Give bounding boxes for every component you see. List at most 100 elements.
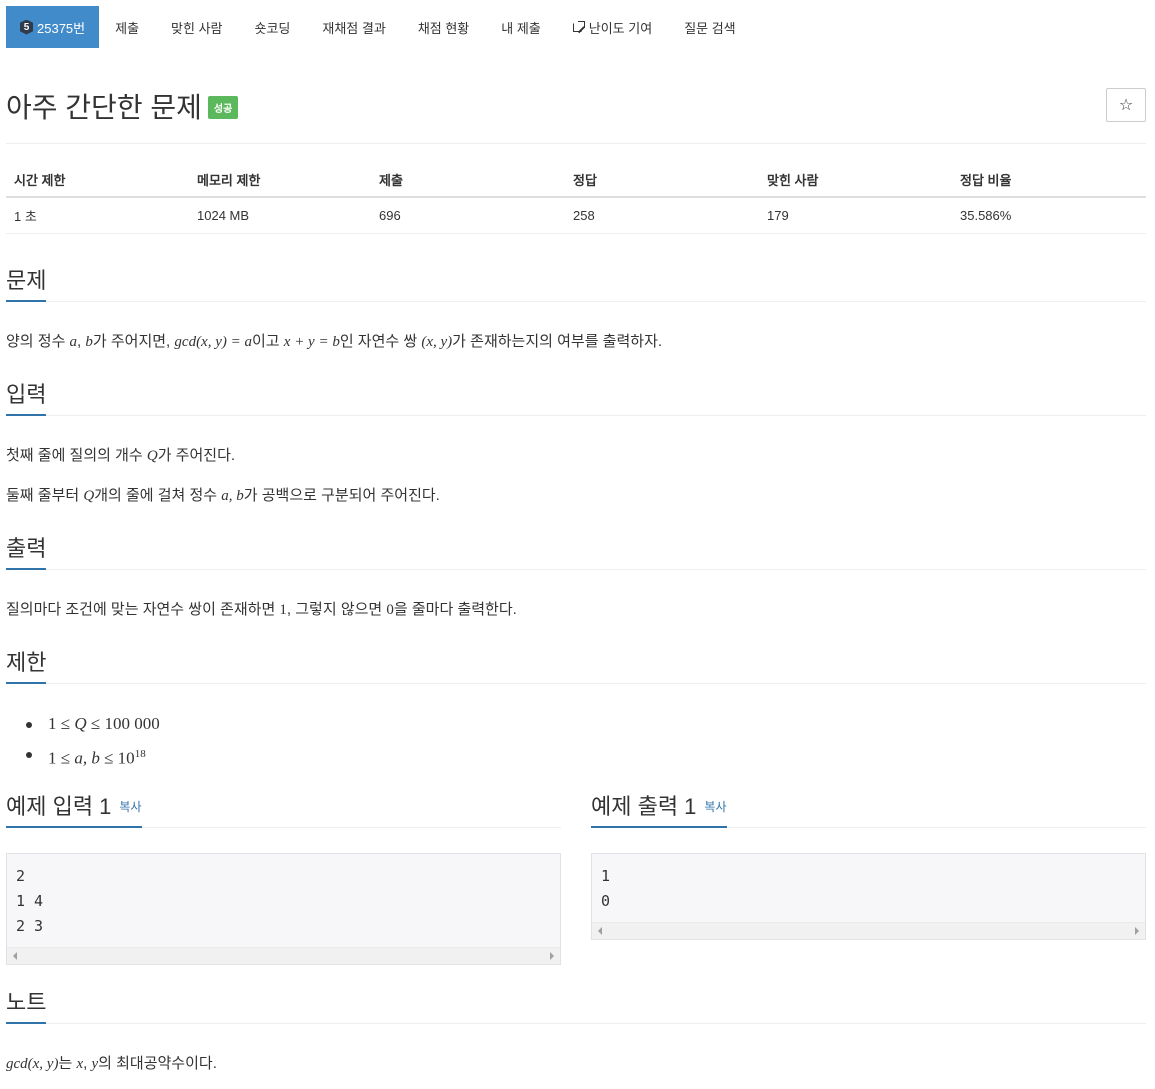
math-b: b: [85, 334, 93, 350]
problem-info-table: 시간 제한 메모리 제한 제출 정답 맞힌 사람 정답 비율 1 초 1024 …: [6, 163, 1146, 234]
problem-menu-tabs: 5 25375번 제출 맞힌 사람 숏코딩 재채점 결과 채점 현황 내 제출 …: [6, 6, 752, 48]
tab-solved-users[interactable]: 맞힌 사람: [155, 6, 238, 48]
sample-input-box: 2 1 4 2 3: [6, 853, 561, 965]
math-one: 1: [279, 602, 287, 618]
header-time-limit: 시간 제한: [14, 173, 66, 188]
tab-question-search[interactable]: 질문 검색: [668, 6, 751, 48]
section-title-note: 노트: [6, 988, 47, 1024]
tab-problem[interactable]: 5 25375번: [6, 6, 100, 48]
scroll-left-icon[interactable]: [598, 927, 602, 935]
text-span: 가 존재하는지의 여부를 출력하자.: [452, 333, 663, 350]
sample-input-content: 2 1 4 2 3: [16, 867, 44, 935]
value-time-limit: 1 초: [14, 209, 37, 224]
problem-title: 아주 간단한 문제 성공: [6, 86, 239, 126]
section-title-limits: 제한: [6, 648, 47, 684]
output-text: 질의마다 조건에 맞는 자연수 쌍이 존재하면 1, 그렇지 않으면 0을 줄마…: [6, 600, 517, 620]
input-section: 입력 첫째 줄에 질의의 개수 Q가 주어진다. 둘째 줄부터 Q개의 줄에 걸…: [6, 380, 1146, 510]
text-span: 는: [58, 1055, 77, 1072]
math-zero: 0: [386, 602, 394, 618]
header-accept-ratio: 정답 비율: [960, 173, 1012, 188]
text-span: 질의마다 조건에 맞는 자연수 쌍이 존재하면: [6, 601, 280, 618]
input-text-line-2: 둘째 줄부터 Q개의 줄에 걸쳐 정수 a, b가 공백으로 구분되어 주어진다…: [6, 486, 440, 506]
text-span: 개의 줄에 걸쳐 정수: [94, 487, 222, 504]
math-span: ≤ 100 000: [86, 714, 160, 733]
text-span: , 그렇지 않으면: [286, 601, 387, 618]
section-header: 입력: [6, 380, 1146, 416]
math-span: 1 ≤: [48, 748, 75, 768]
info-table-header: 시간 제한 메모리 제한 제출 정답 맞힌 사람 정답 비율: [6, 163, 1146, 198]
sample-output-section: 예제 출력 1 복사 1 0: [591, 792, 1146, 942]
value-accepted: 258: [573, 208, 595, 223]
text-span: 가 주어지면,: [92, 333, 175, 350]
header-accepted: 정답: [573, 173, 597, 188]
math-sum-equation: x + y = b: [283, 334, 340, 350]
tab-rejudge-results[interactable]: 재채점 결과: [306, 6, 401, 48]
section-title-output: 출력: [6, 534, 47, 570]
text-span: 양의 정수: [6, 333, 70, 350]
math-q: Q: [74, 714, 87, 733]
math-span: 1 ≤: [48, 714, 75, 733]
scroll-right-icon[interactable]: [550, 952, 554, 960]
horizontal-scrollbar[interactable]: [592, 922, 1145, 939]
math-a-b: a, b: [221, 488, 244, 504]
section-header: 예제 출력 1 복사: [591, 792, 1146, 828]
math-a-b: a, b: [74, 748, 100, 768]
section-header: 문제: [6, 266, 1146, 302]
text-span: 인 자연수 쌍: [339, 333, 422, 350]
text-span: 이고: [252, 333, 284, 350]
text-span: 의 최대공약수이다.: [98, 1055, 217, 1072]
table-row: 1 초 1024 MB 696 258 179 35.586%: [6, 198, 1146, 234]
math-a: a: [69, 334, 78, 350]
section-header: 예제 입력 1 복사: [6, 792, 561, 828]
math-pair: (x, y): [421, 334, 453, 350]
scroll-right-icon[interactable]: [1135, 927, 1139, 935]
tab-judge-status[interactable]: 채점 현황: [402, 6, 485, 48]
text-span: 첫째 줄에 질의의 개수: [6, 447, 147, 464]
description-text: 양의 정수 a, b가 주어지면, gcd(x, y) = a이고 x + y …: [6, 332, 662, 352]
text-span: 가 주어진다.: [157, 447, 236, 464]
input-text-line-1: 첫째 줄에 질의의 개수 Q가 주어진다.: [6, 446, 235, 466]
math-q: Q: [83, 488, 95, 504]
section-header: 제한: [6, 648, 1146, 684]
problem-description-section: 문제 양의 정수 a, b가 주어지면, gcd(x, y) = a이고 x +…: [6, 266, 1146, 356]
tab-my-submissions[interactable]: 내 제출: [485, 6, 557, 48]
note-section: 노트 gcd(x, y)는 x, y의 최대공약수이다.: [6, 988, 1146, 1086]
value-submissions: 696: [379, 208, 401, 223]
header-memory-limit: 메모리 제한: [197, 173, 261, 188]
math-q: Q: [146, 448, 158, 464]
copy-sample-input-button[interactable]: 복사: [119, 800, 141, 814]
limits-list: 1 ≤ Q ≤ 100 000 1 ≤ a, b ≤ 1018: [26, 709, 160, 774]
math-gcd: gcd(x, y): [6, 1056, 59, 1072]
sample-input-title: 예제 입력 1: [6, 794, 112, 819]
section-title-input: 입력: [6, 380, 47, 416]
tab-difficulty-label: 난이도 기여: [588, 20, 653, 36]
value-solved-users: 179: [767, 208, 789, 223]
sample-output-title: 예제 출력 1: [591, 794, 697, 819]
text-span: 가 공백으로 구분되어 주어진다.: [243, 487, 440, 504]
value-accept-ratio: 35.586%: [960, 208, 1012, 223]
text-span: 을 줄마다 출력한다.: [393, 601, 517, 618]
scroll-left-icon[interactable]: [13, 952, 17, 960]
header-solved-users: 맞힌 사람: [767, 173, 819, 188]
sample-input-section: 예제 입력 1 복사 2 1 4 2 3: [6, 792, 561, 966]
horizontal-scrollbar[interactable]: [7, 947, 560, 964]
tab-submit[interactable]: 제출: [99, 6, 155, 48]
header-submissions: 제출: [379, 173, 403, 188]
section-header: 노트: [6, 988, 1146, 1024]
list-item: 1 ≤ a, b ≤ 1018: [26, 739, 160, 774]
tab-short-coding[interactable]: 숏코딩: [239, 6, 307, 48]
limits-section: 제한 1 ≤ Q ≤ 100 000 1 ≤ a, b ≤ 1018: [6, 648, 1146, 768]
section-header: 출력: [6, 534, 1146, 570]
copy-sample-output-button[interactable]: 복사: [704, 800, 726, 814]
section-title-sample-output: 예제 출력 1 복사: [591, 792, 727, 828]
section-title-description: 문제: [6, 266, 47, 302]
result-badge: 성공: [207, 96, 239, 119]
value-memory-limit: 1024 MB: [197, 208, 250, 223]
favorite-star-button[interactable]: ☆: [1106, 88, 1146, 122]
tab-difficulty-contribution[interactable]: 난이도 기여: [557, 6, 668, 48]
problem-title-text: 아주 간단한 문제: [6, 92, 202, 123]
section-title-sample-input: 예제 입력 1 복사: [6, 792, 142, 828]
sample-output-box: 1 0: [591, 853, 1146, 940]
math-span: ≤ 10: [99, 748, 135, 768]
output-section: 출력 질의마다 조건에 맞는 자연수 쌍이 존재하면 1, 그렇지 않으면 0을…: [6, 534, 1146, 624]
